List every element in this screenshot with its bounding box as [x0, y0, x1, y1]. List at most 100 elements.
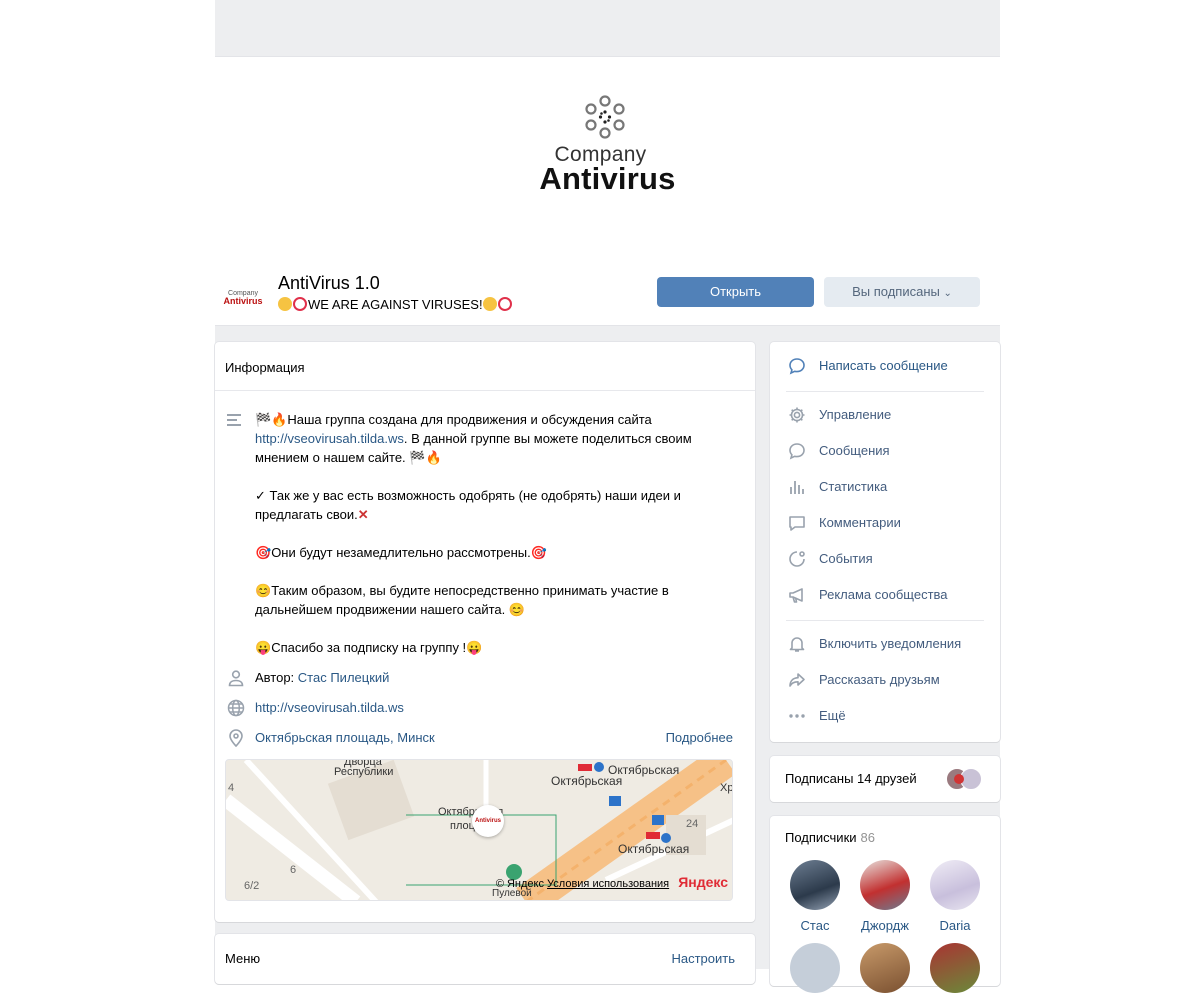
group-title: AntiVirus 1.0 [278, 273, 380, 293]
action-label: События [819, 551, 873, 566]
info-card: Информация 🏁🔥Наша группа создана для про… [215, 342, 755, 922]
subscribers-title[interactable]: Подписчики 86 [785, 830, 875, 845]
tell-friends-action[interactable]: Рассказать друзьям [770, 662, 1000, 698]
target-emoji-icon: 🎯 [255, 545, 272, 560]
website-link[interactable]: http://vseovirusah.tilda.ws [255, 698, 404, 718]
target-emoji-icon [497, 297, 512, 311]
more-action[interactable]: Ещё [770, 698, 1000, 734]
subscriber-name: Стас [800, 918, 830, 933]
actions-card: Написать сообщение Управление Сообщения … [770, 342, 1000, 742]
address-link[interactable]: Октябрьская площадь, Минск [255, 728, 435, 748]
write-message-action[interactable]: Написать сообщение [770, 348, 1000, 384]
map-terms-link[interactable]: Условия использования [547, 878, 669, 890]
share-icon [789, 673, 805, 687]
subscribed-button[interactable]: Вы подписаны ⌄ [824, 277, 980, 307]
smile-emoji-icon: 😊 [508, 602, 526, 617]
more-details-link[interactable]: Подробнее [666, 728, 733, 748]
map-label: Октябрьская [618, 842, 690, 856]
author-label: Автор: [255, 670, 295, 685]
user-icon [228, 670, 244, 687]
group-status: WE ARE AGAINST VIRUSES! [278, 297, 513, 312]
comments-action[interactable]: Комментарии [770, 505, 1000, 541]
chat-icon [789, 443, 805, 460]
action-label: Ещё [819, 708, 846, 723]
desc-link[interactable]: http://vseovirusah.tilda.ws [255, 431, 404, 446]
tongue-emoji-icon: 😛 [255, 640, 272, 655]
action-label: Реклама сообщества [819, 587, 948, 602]
action-label: Комментарии [819, 515, 901, 530]
address-row: Октябрьская площадь, Минск Подробнее [215, 728, 755, 748]
divider [786, 620, 984, 621]
subscriber-item[interactable]: Стас [785, 860, 845, 933]
smile-emoji-icon: 😊 [255, 583, 272, 598]
events-action[interactable]: События [770, 541, 1000, 577]
event-icon [789, 551, 805, 567]
group-header: Company Antivirus AntiVirus 1.0 WE ARE A… [215, 270, 1000, 326]
marker-antivirus-text: Antivirus [474, 818, 501, 824]
action-label: Статистика [819, 479, 888, 494]
divider [215, 390, 755, 391]
more-icon [789, 714, 805, 718]
chevron-down-icon: ⌄ [943, 288, 952, 299]
wink-emoji-icon [278, 297, 292, 311]
friends-card[interactable]: Подписаны 14 друзей [770, 756, 1000, 802]
avatar [860, 860, 910, 910]
target-emoji-icon [293, 297, 307, 311]
flag-emoji-icon: 🏁🔥 [409, 450, 442, 465]
website-row: http://vseovirusah.tilda.ws [215, 698, 755, 718]
info-title: Информация [225, 360, 305, 375]
action-label: Управление [819, 407, 892, 422]
manage-action[interactable]: Управление [770, 397, 1000, 433]
globe-icon [227, 699, 245, 717]
action-label: Написать сообщение [819, 358, 948, 373]
group-avatar[interactable]: Company Antivirus [221, 278, 265, 318]
map-label: 6 [290, 864, 297, 876]
stats-icon [790, 481, 804, 494]
subscriber-name: Daria [939, 918, 971, 933]
subscribers-card: Подписчики 86 Стас Джордж Daria [770, 816, 1000, 993]
map-marker[interactable]: Antivirus [472, 805, 504, 837]
message-icon [789, 358, 805, 375]
menu-title: Меню [225, 951, 261, 966]
map-label: 4 [228, 782, 235, 794]
author-row: Автор: Стас Пилецкий [215, 668, 755, 688]
cross-emoji-icon: ✕ [357, 507, 369, 522]
desc-line1: Наша группа создана для продвижения и об… [287, 412, 652, 427]
map-label: Хр [720, 782, 733, 794]
avatar [930, 860, 980, 910]
menu-configure-link[interactable]: Настроить [671, 951, 735, 966]
subscriber-avatar[interactable] [790, 943, 840, 993]
subscribers-label: Подписчики [785, 830, 857, 845]
subscriber-name: Джордж [861, 918, 909, 933]
open-button[interactable]: Открыть [657, 277, 814, 307]
statistics-action[interactable]: Статистика [770, 469, 1000, 505]
target-emoji-icon: 🎯 [530, 545, 547, 560]
cover-image: Company Antivirus [215, 56, 1000, 270]
messages-action[interactable]: Сообщения [770, 433, 1000, 469]
subscriber-item[interactable]: Daria [925, 860, 985, 933]
enable-notifications-action[interactable]: Включить уведомления [770, 626, 1000, 662]
map-copyright: © Яндекс [495, 878, 544, 890]
subscriber-avatar[interactable] [930, 943, 980, 993]
location-pin-icon [229, 729, 243, 747]
subscriber-avatar[interactable] [860, 943, 910, 993]
friends-label: Подписаны 14 друзей [785, 771, 917, 786]
map-label: Октябрьская [551, 774, 623, 788]
divider [786, 391, 984, 392]
description-icon [227, 414, 241, 426]
flag-emoji-icon: 🏁🔥 [255, 412, 288, 427]
menu-card: Меню Настроить [215, 934, 755, 984]
desc-paragraph-4: Таким образом, вы будите непосредственно… [255, 583, 669, 617]
wink-emoji-icon [482, 297, 497, 311]
yandex-logo: Яндекс [678, 874, 728, 890]
subscriber-item[interactable]: Джордж [855, 860, 915, 933]
friend-avatar-detail [954, 774, 964, 784]
desc-paragraph-5: Спасибо за подписку на группу ! [271, 640, 467, 655]
map-label: 24 [686, 818, 699, 830]
action-label: Рассказать друзьям [819, 672, 940, 687]
author-link[interactable]: Стас Пилецкий [298, 670, 390, 685]
megaphone-icon [789, 588, 803, 603]
map-label: 6/2 [244, 880, 260, 892]
map[interactable]: Дворца Республики Октябрьская Октябрьска… [225, 759, 733, 901]
community-ads-action[interactable]: Реклама сообщества [770, 577, 1000, 613]
